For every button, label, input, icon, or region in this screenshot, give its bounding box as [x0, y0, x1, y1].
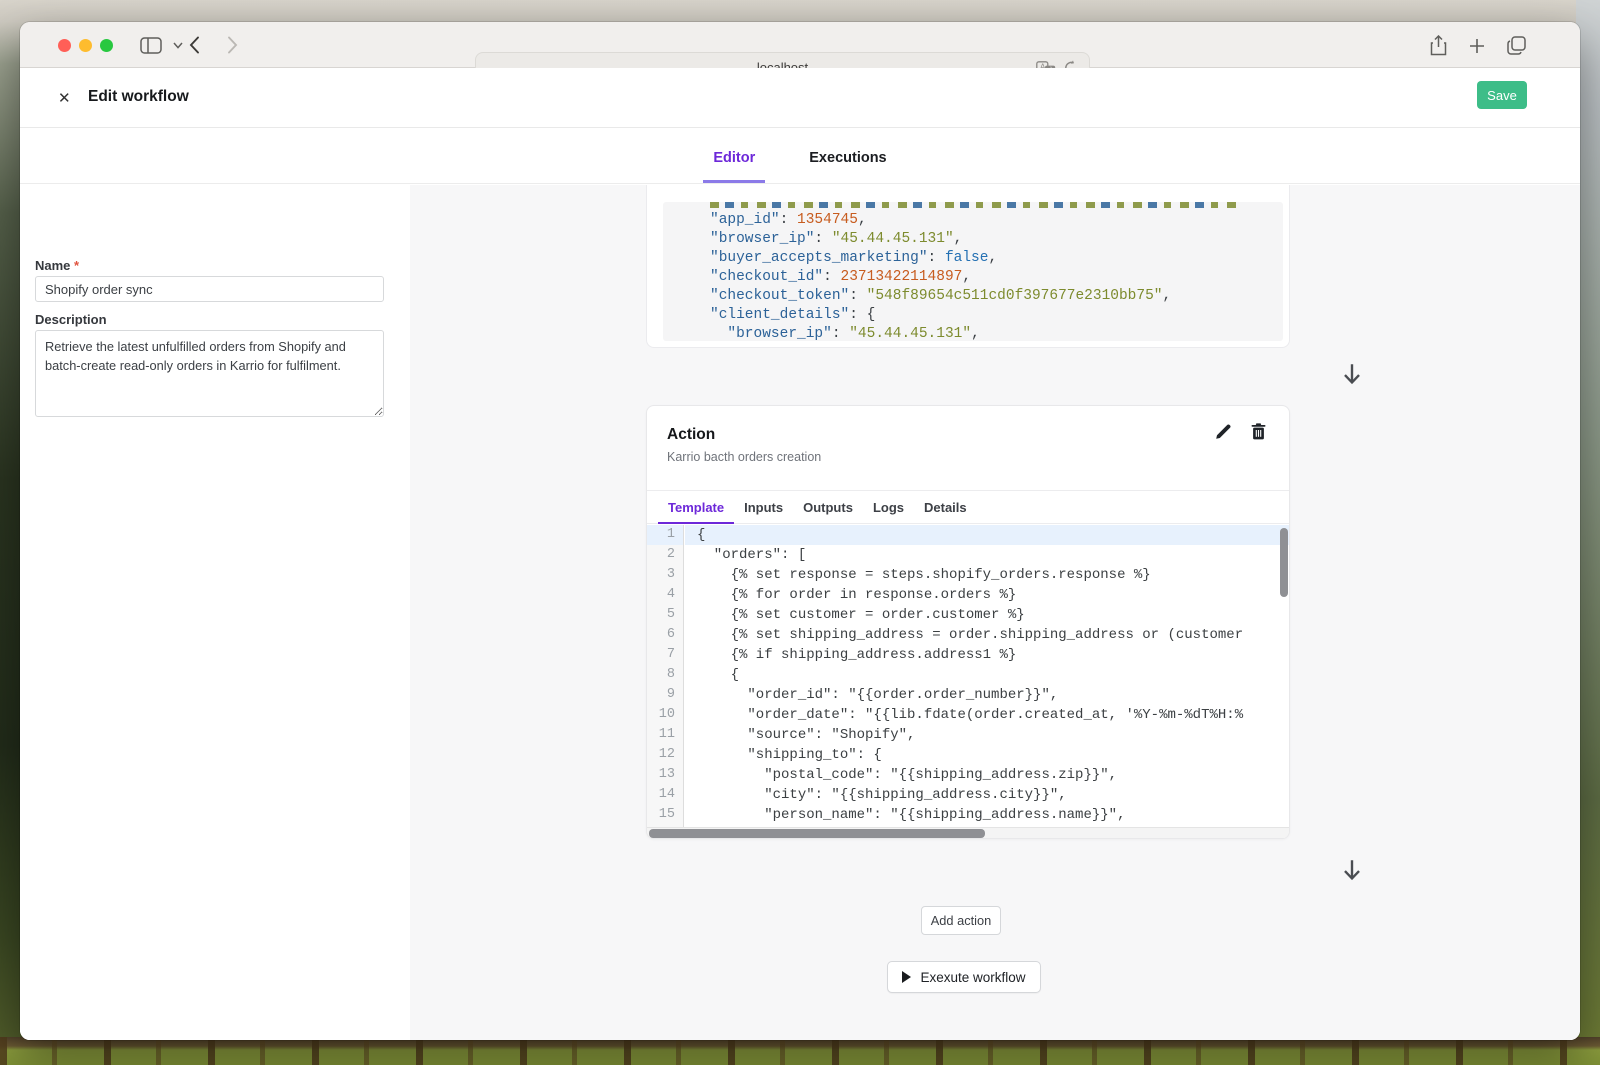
browser-window: localhost A 文: [20, 22, 1580, 1040]
code-line[interactable]: {% set shipping_address = order.shipping…: [685, 625, 1289, 645]
description-label: Description: [35, 312, 107, 327]
line-number: 15: [647, 805, 683, 825]
code-line[interactable]: {: [685, 665, 1289, 685]
name-input[interactable]: [35, 276, 384, 302]
execute-workflow-label: Exexute workflow: [920, 970, 1025, 985]
edit-icon[interactable]: [1215, 423, 1232, 440]
back-icon[interactable]: [189, 36, 200, 54]
workflow-nav-tabs: Editor Executions: [20, 128, 1580, 184]
line-number: 2: [647, 545, 683, 565]
code-line: "buyer_accepts_marketing": false,: [710, 249, 1171, 268]
code-line[interactable]: "shipping_to": {: [685, 745, 1289, 765]
code-line[interactable]: "city": "{{shipping_address.city}}",: [685, 785, 1289, 805]
execute-workflow-button[interactable]: Exexute workflow: [887, 961, 1041, 993]
code-line[interactable]: {% if shipping_address.address1 %}: [685, 645, 1289, 665]
flow-arrow-down-icon: [1339, 361, 1365, 387]
close-editor-icon[interactable]: ✕: [58, 89, 71, 107]
delete-icon[interactable]: [1250, 423, 1267, 440]
code-line[interactable]: "order_id": "{{order.order_number}}",: [685, 685, 1289, 705]
action-subtitle: Karrio bacth orders creation: [667, 450, 821, 464]
workflow-canvas: "app_id": 1354745,"browser_ip": "45.44.4…: [410, 185, 1580, 1040]
action-title: Action: [667, 426, 715, 444]
browser-toolbar: localhost A 文: [20, 22, 1580, 68]
editor-code[interactable]: { "orders": [ {% set response = steps.sh…: [685, 525, 1289, 827]
tab-editor[interactable]: Editor: [703, 150, 765, 183]
line-number: 5: [647, 605, 683, 625]
share-icon[interactable]: [1430, 35, 1447, 56]
line-number: 3: [647, 565, 683, 585]
line-number: 13: [647, 765, 683, 785]
tab-executions[interactable]: Executions: [799, 150, 896, 183]
tab-overview-icon[interactable]: [1507, 36, 1526, 55]
code-line: "app_id": 1354745,: [710, 211, 1171, 230]
code-line: "client_details": {: [710, 306, 1171, 325]
code-line[interactable]: {% set customer = order.customer %}: [685, 605, 1289, 625]
template-code-editor[interactable]: 123456789101112131415 { "orders": [ {% s…: [647, 525, 1289, 839]
code-line: "checkout_id": 23713422114897,: [710, 268, 1171, 287]
chevron-down-icon[interactable]: [173, 42, 183, 49]
play-icon: [902, 971, 911, 983]
code-line: "browser_ip": "45.44.45.131",: [710, 230, 1171, 249]
tab-details[interactable]: Details: [914, 491, 977, 524]
name-label: Name *: [35, 258, 79, 273]
line-number: 12: [647, 745, 683, 765]
workflow-form-panel: Name * Description Retrieve the latest u…: [20, 185, 410, 1040]
trigger-code-lines: "app_id": 1354745,"browser_ip": "45.44.4…: [710, 211, 1171, 341]
tab-inputs[interactable]: Inputs: [734, 491, 793, 524]
new-tab-icon[interactable]: [1469, 38, 1485, 54]
tab-template[interactable]: Template: [658, 491, 734, 524]
editor-vertical-scrollbar[interactable]: [1280, 528, 1288, 597]
code-line[interactable]: "postal_code": "{{shipping_address.zip}}…: [685, 765, 1289, 785]
line-number: 7: [647, 645, 683, 665]
add-action-button[interactable]: Add action: [921, 906, 1001, 935]
line-number: 9: [647, 685, 683, 705]
editor-horizontal-scrollbar-thumb[interactable]: [649, 829, 985, 838]
close-window-button[interactable]: [58, 39, 71, 52]
tab-logs[interactable]: Logs: [863, 491, 914, 524]
code-line: "browser_ip": "45.44.45.131",: [710, 325, 1171, 341]
trigger-preview-card: "app_id": 1354745,"browser_ip": "45.44.4…: [646, 185, 1290, 348]
trigger-code-panel[interactable]: "app_id": 1354745,"browser_ip": "45.44.4…: [663, 202, 1283, 341]
code-line[interactable]: "orders": [: [685, 545, 1289, 565]
action-card: Action Karrio bacth orders creation: [646, 405, 1290, 839]
tab-outputs[interactable]: Outputs: [793, 491, 863, 524]
flow-arrow-down-icon: [1339, 857, 1365, 883]
line-number: 8: [647, 665, 683, 685]
minimize-window-button[interactable]: [79, 39, 92, 52]
code-line[interactable]: "source": "Shopify",: [685, 725, 1289, 745]
line-number: 1: [647, 525, 683, 545]
forward-icon[interactable]: [227, 36, 238, 54]
save-button[interactable]: Save: [1477, 81, 1527, 109]
code-line[interactable]: {% set response = steps.shopify_orders.r…: [685, 565, 1289, 585]
line-number: 10: [647, 705, 683, 725]
action-tab-bar: Template Inputs Outputs Logs Details: [647, 490, 1289, 524]
maximize-window-button[interactable]: [100, 39, 113, 52]
code-line[interactable]: "order_date": "{{lib.fdate(order.created…: [685, 705, 1289, 725]
line-number: 6: [647, 625, 683, 645]
line-number: 4: [647, 585, 683, 605]
app-content: ✕ Edit workflow Save Editor Executions N…: [20, 68, 1580, 1040]
code-line[interactable]: "person_name": "{{shipping_address.name}…: [685, 805, 1289, 825]
description-textarea[interactable]: Retrieve the latest unfulfilled orders f…: [35, 330, 384, 417]
clipped-code-line: [710, 202, 1240, 208]
page-title: Edit workflow: [88, 88, 189, 106]
workflow-header: ✕ Edit workflow Save: [20, 68, 1580, 128]
code-line: "checkout_token": "548f89654c511cd0f3976…: [710, 287, 1171, 306]
line-number: 14: [647, 785, 683, 805]
sidebar-toggle-icon[interactable]: [140, 37, 162, 54]
editor-gutter: 123456789101112131415: [647, 525, 684, 827]
line-number: 11: [647, 725, 683, 745]
required-mark: *: [74, 258, 79, 273]
code-line[interactable]: {: [685, 525, 1289, 545]
editor-horizontal-scrollbar[interactable]: [647, 827, 1289, 838]
code-line[interactable]: {% for order in response.orders %}: [685, 585, 1289, 605]
